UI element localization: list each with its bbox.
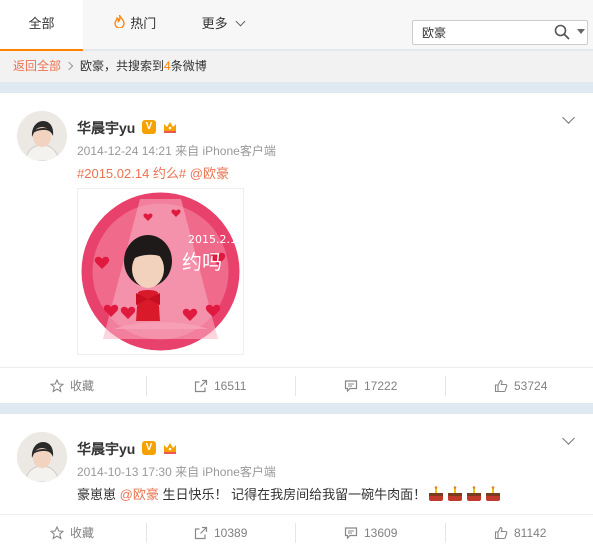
member-crown-icon bbox=[162, 440, 178, 456]
weibo-card: 华晨宇yu V 2014-12-24 14:21 来自 iPhone客户端 #2… bbox=[0, 93, 593, 403]
verified-v-icon: V bbox=[142, 441, 156, 455]
repost-count: 10389 bbox=[214, 526, 248, 540]
post-image[interactable]: 2015.2.14 约吗 bbox=[77, 188, 244, 355]
divider bbox=[445, 523, 446, 543]
breadcrumb: 返回全部 欧豪，共搜索到4条微博 bbox=[0, 51, 593, 82]
post-time[interactable]: 2014-10-13 17:30 bbox=[77, 465, 172, 479]
repost-button[interactable]: 16511 bbox=[194, 368, 246, 404]
comment-button[interactable]: 17222 bbox=[344, 368, 397, 404]
thumbs-up-icon bbox=[494, 526, 508, 540]
like-count: 81142 bbox=[514, 526, 547, 540]
avatar[interactable] bbox=[17, 111, 67, 161]
image-caption-text: 约吗 bbox=[182, 250, 222, 274]
post-menu-chevron-icon[interactable] bbox=[562, 111, 575, 124]
topic-link[interactable]: #2015.02.14 约么# bbox=[77, 166, 186, 181]
like-count: 53724 bbox=[514, 379, 548, 393]
post-menu-chevron-icon[interactable] bbox=[562, 432, 575, 445]
image-date-text: 2015.2.14 bbox=[188, 233, 243, 246]
caret-down-icon[interactable] bbox=[577, 29, 585, 34]
comment-count: 13609 bbox=[364, 526, 398, 540]
back-to-all-link[interactable]: 返回全部 bbox=[13, 59, 61, 73]
result-suffix: 条微博 bbox=[170, 59, 207, 73]
post-from: 来自 bbox=[175, 144, 200, 158]
username[interactable]: 华晨宇yu bbox=[77, 439, 135, 459]
post-actions: 收藏 16511 17222 53724 bbox=[0, 367, 593, 403]
member-crown-icon bbox=[162, 119, 178, 135]
result-count: 4 bbox=[164, 59, 171, 73]
favorite-label: 收藏 bbox=[70, 379, 95, 393]
tab-all[interactable]: 全部 bbox=[0, 0, 83, 51]
post-from: 来自 bbox=[175, 465, 200, 479]
divider bbox=[295, 523, 296, 543]
mention-link[interactable]: @欧豪 bbox=[120, 487, 159, 502]
verified-v-icon: V bbox=[142, 120, 156, 134]
search-icon[interactable] bbox=[554, 24, 570, 40]
post-text-start: 豪崽崽 bbox=[77, 487, 117, 502]
repost-count: 16511 bbox=[214, 379, 247, 393]
username[interactable]: 华晨宇yu bbox=[77, 118, 135, 138]
comment-icon bbox=[344, 527, 358, 540]
top-nav: 全部 热门 更多 bbox=[0, 0, 593, 51]
search-input[interactable] bbox=[413, 21, 543, 44]
search-box bbox=[412, 20, 588, 45]
weibo-card: 华晨宇yu V 2014-10-13 17:30 来自 iPhone客户端 豪崽… bbox=[0, 414, 593, 550]
repost-button[interactable]: 10389 bbox=[194, 515, 247, 550]
comment-icon bbox=[344, 380, 358, 393]
chevron-down-icon bbox=[235, 16, 246, 27]
avatar[interactable] bbox=[17, 432, 67, 482]
like-button[interactable]: 53724 bbox=[494, 368, 547, 404]
divider bbox=[295, 376, 296, 396]
post-actions: 收藏 10389 13609 81142 bbox=[0, 514, 593, 550]
star-icon bbox=[49, 525, 65, 540]
tab-hot[interactable]: 热门 bbox=[100, 0, 170, 50]
cake-emoji-icons bbox=[426, 486, 502, 502]
comment-button[interactable]: 13609 bbox=[344, 515, 397, 550]
post-meta: 2014-12-24 14:21 来自 iPhone客户端 bbox=[77, 142, 276, 159]
favorite-button[interactable]: 收藏 bbox=[49, 515, 95, 550]
post-meta: 2014-10-13 17:30 来自 iPhone客户端 bbox=[77, 463, 276, 480]
flame-icon bbox=[114, 14, 129, 31]
share-icon bbox=[194, 379, 208, 393]
cake-icon bbox=[429, 486, 444, 501]
post-time[interactable]: 2014-12-24 14:21 bbox=[77, 144, 172, 158]
star-icon bbox=[49, 378, 65, 393]
tab-all-label: 全部 bbox=[28, 16, 55, 31]
thumbs-up-icon bbox=[494, 379, 508, 393]
post-text-end: 生日快乐！ 记得在我房间给我留一碗牛肉面！ bbox=[162, 487, 427, 502]
like-button[interactable]: 81142 bbox=[494, 515, 546, 550]
share-icon bbox=[194, 526, 208, 540]
cake-icon bbox=[448, 486, 463, 501]
result-prefix: 欧豪，共搜索到 bbox=[80, 59, 165, 73]
mention-link[interactable]: @欧豪 bbox=[190, 166, 229, 181]
favorite-label: 收藏 bbox=[70, 526, 95, 540]
tab-more[interactable]: 更多 bbox=[188, 0, 258, 50]
favorite-button[interactable]: 收藏 bbox=[49, 368, 95, 404]
chevron-right-icon bbox=[64, 61, 74, 71]
cake-icon bbox=[467, 486, 482, 501]
comment-count: 17222 bbox=[364, 379, 398, 393]
post-source[interactable]: iPhone客户端 bbox=[202, 465, 275, 479]
tab-hot-label: 热门 bbox=[130, 16, 157, 31]
tab-more-label: 更多 bbox=[201, 16, 228, 31]
cake-icon bbox=[486, 486, 501, 501]
divider bbox=[146, 376, 147, 396]
post-content: 豪崽崽 @欧豪 生日快乐！ 记得在我房间给我留一碗牛肉面！ bbox=[77, 484, 502, 503]
post-content: #2015.02.14 约么# @欧豪 bbox=[77, 163, 229, 182]
divider bbox=[146, 523, 147, 543]
post-source[interactable]: iPhone客户端 bbox=[202, 144, 275, 158]
divider bbox=[445, 376, 446, 396]
